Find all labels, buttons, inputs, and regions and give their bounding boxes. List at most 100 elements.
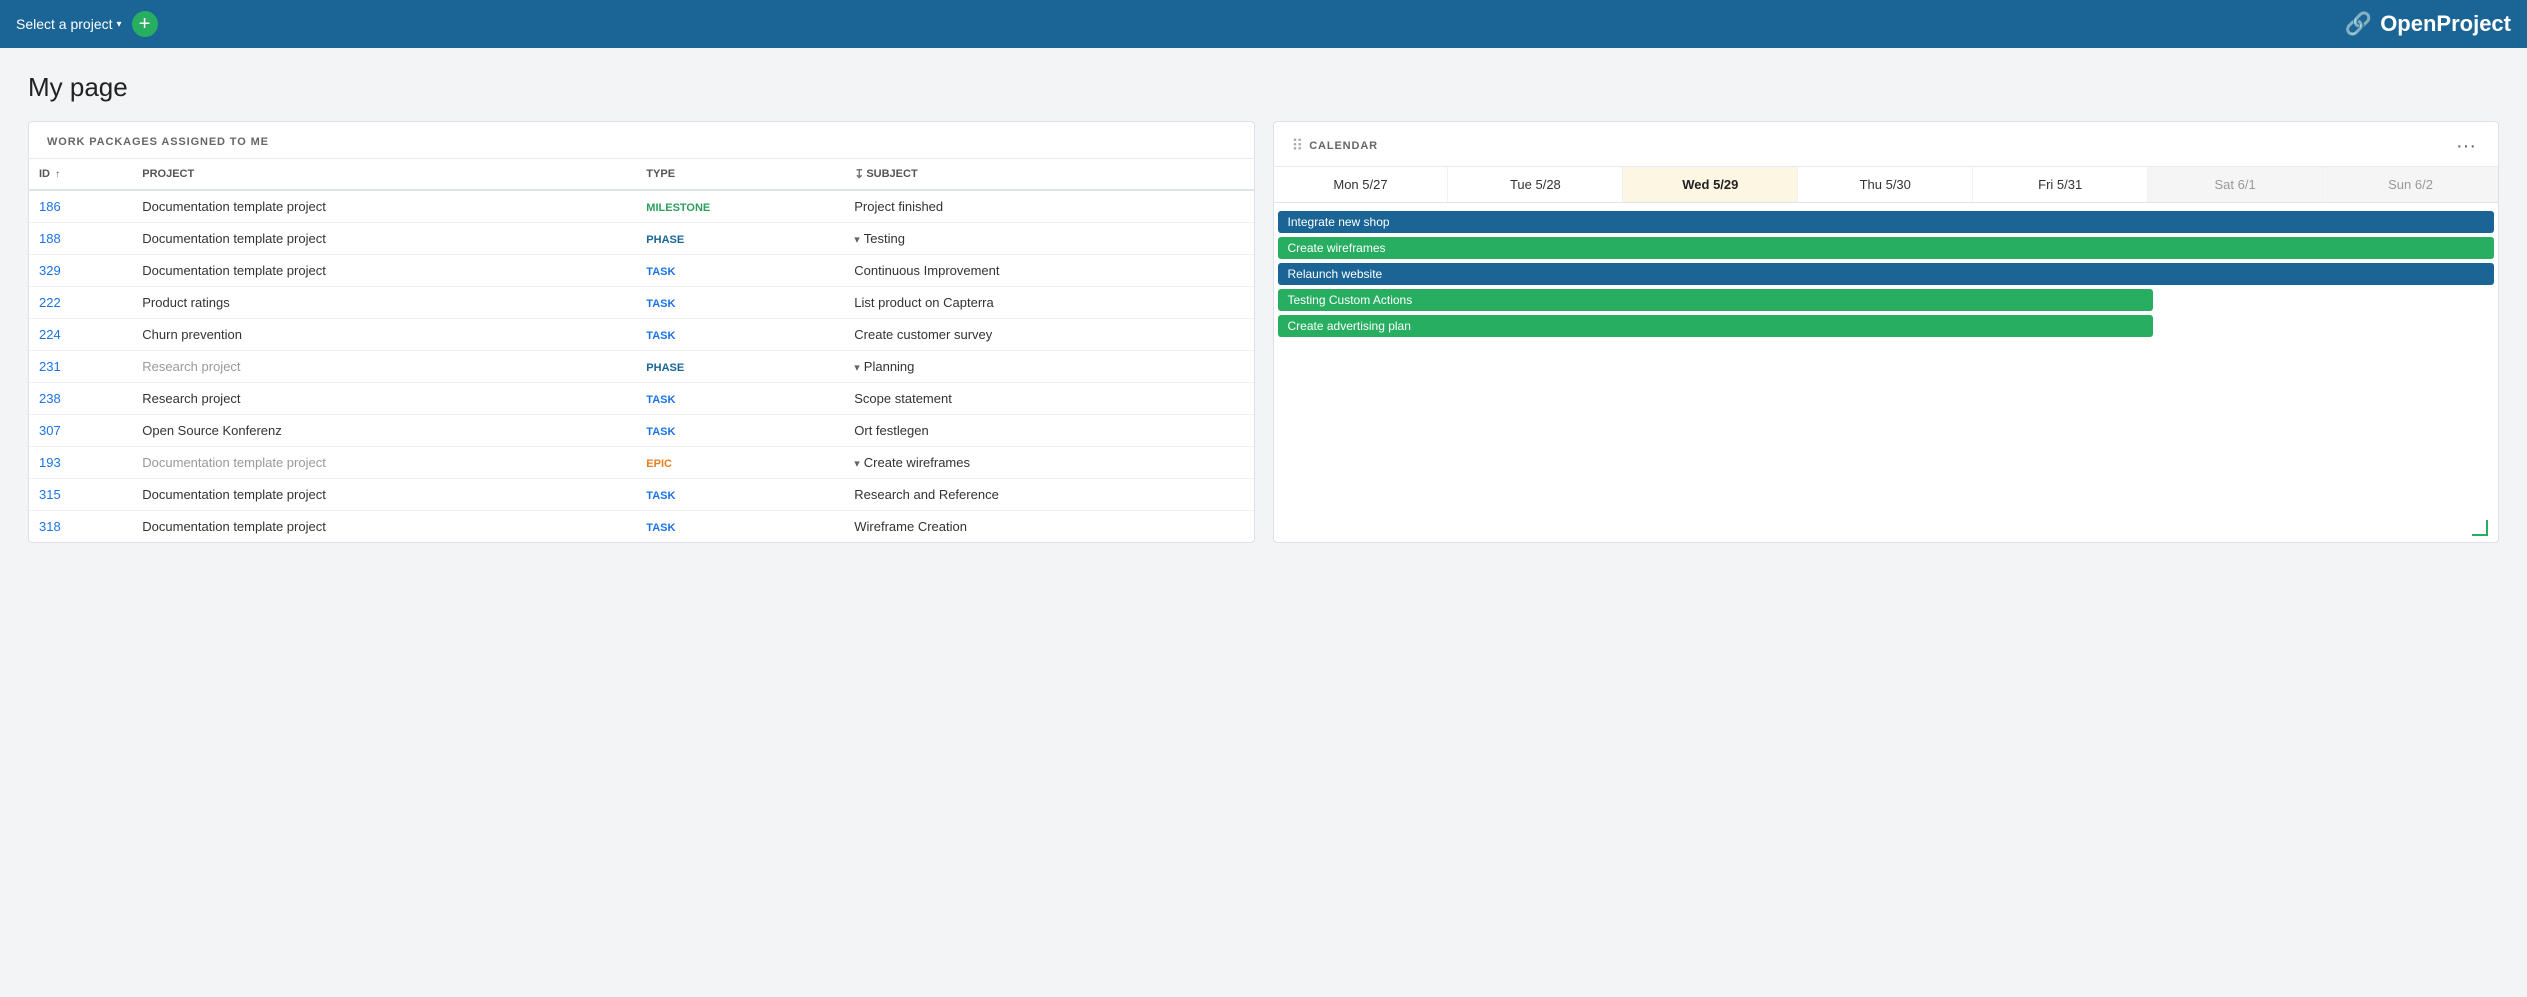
id-link[interactable]: 238 <box>39 391 61 406</box>
cell-project: Documentation template project <box>132 255 636 287</box>
cell-type: TASK <box>636 255 844 287</box>
cell-project: Product ratings <box>132 287 636 319</box>
calendar-title: CALENDAR <box>1309 140 1378 152</box>
cell-id: 224 <box>29 319 132 351</box>
table-row: 315 Documentation template project TASK … <box>29 479 1254 511</box>
cal-event-row: Integrate new shop <box>1278 211 2495 233</box>
type-badge: PHASE <box>646 234 684 246</box>
cal-day-header[interactable]: Sat 6/1 <box>2148 167 2323 202</box>
calendar-title-row: ⠿ CALENDAR <box>1292 136 1378 156</box>
cal-day-header[interactable]: Mon 5/27 <box>1274 167 1449 202</box>
cell-project: Open Source Konferenz <box>132 415 636 447</box>
cell-type: TASK <box>636 287 844 319</box>
cell-id: 315 <box>29 479 132 511</box>
filter-icon: ↧ <box>854 167 864 181</box>
type-badge: TASK <box>646 298 675 310</box>
resize-handle[interactable] <box>2472 520 2488 536</box>
cal-day-header[interactable]: Thu 5/30 <box>1798 167 1973 202</box>
type-badge: PHASE <box>646 362 684 374</box>
id-link[interactable]: 318 <box>39 519 61 534</box>
id-link[interactable]: 315 <box>39 487 61 502</box>
cal-day-header[interactable]: Fri 5/31 <box>1973 167 2148 202</box>
col-id[interactable]: ID ↑ <box>29 159 132 190</box>
cell-subject: List product on Capterra <box>844 287 1253 319</box>
cell-subject: Research and Reference <box>844 479 1253 511</box>
id-link[interactable]: 307 <box>39 423 61 438</box>
id-link[interactable]: 188 <box>39 231 61 246</box>
table-row: 238 Research project TASK Scope statemen… <box>29 383 1254 415</box>
main-grid: WORK PACKAGES ASSIGNED TO ME ID ↑ PROJEC… <box>28 121 2499 543</box>
cal-event[interactable]: Create advertising plan <box>1278 315 2154 337</box>
project-select-label: Select a project <box>16 16 113 32</box>
collapse-icon: ▾ <box>854 362 860 374</box>
table-row: 193 Documentation template project EPIC … <box>29 447 1254 479</box>
type-badge: TASK <box>646 522 675 534</box>
cal-day-header[interactable]: Wed 5/29 <box>1623 167 1798 202</box>
cal-event[interactable]: Integrate new shop <box>1278 211 2495 233</box>
type-badge: TASK <box>646 490 675 502</box>
cell-type: PHASE <box>636 223 844 255</box>
work-packages-widget: WORK PACKAGES ASSIGNED TO ME ID ↑ PROJEC… <box>28 121 1255 543</box>
add-project-button[interactable]: + <box>132 11 158 37</box>
collapse-icon: ▾ <box>854 458 860 470</box>
type-badge: TASK <box>646 394 675 406</box>
type-badge: MILESTONE <box>646 202 710 214</box>
cal-event-row: Testing Custom Actions <box>1278 289 2495 311</box>
calendar-widget: ⠿ CALENDAR ··· Mon 5/27Tue 5/28Wed 5/29T… <box>1273 121 2500 543</box>
cell-id: 222 <box>29 287 132 319</box>
cal-event[interactable]: Testing Custom Actions <box>1278 289 2154 311</box>
chevron-down-icon: ▾ <box>117 19 122 30</box>
table-row: 188 Documentation template project PHASE… <box>29 223 1254 255</box>
table-header-row: ID ↑ PROJECT TYPE ↧ SUBJECT <box>29 159 1254 190</box>
cell-subject: ▾Create wireframes <box>844 447 1253 479</box>
cal-day-header[interactable]: Tue 5/28 <box>1448 167 1623 202</box>
type-badge: TASK <box>646 330 675 342</box>
cell-id: 188 <box>29 223 132 255</box>
cell-type: TASK <box>636 383 844 415</box>
table-row: 224 Churn prevention TASK Create custome… <box>29 319 1254 351</box>
cal-day-header[interactable]: Sun 6/2 <box>2323 167 2498 202</box>
cell-subject: Scope statement <box>844 383 1253 415</box>
cell-id: 329 <box>29 255 132 287</box>
id-link[interactable]: 231 <box>39 359 61 374</box>
type-badge: EPIC <box>646 458 672 470</box>
table-row: 222 Product ratings TASK List product on… <box>29 287 1254 319</box>
table-row: 231 Research project PHASE ▾Planning <box>29 351 1254 383</box>
cal-event-row: Relaunch website <box>1278 263 2495 285</box>
col-project[interactable]: PROJECT <box>132 159 636 190</box>
cal-event[interactable]: Create wireframes <box>1278 237 2495 259</box>
calendar-more-button[interactable]: ··· <box>2452 136 2480 156</box>
id-link[interactable]: 224 <box>39 327 61 342</box>
calendar-header: ⠿ CALENDAR ··· <box>1274 122 2499 167</box>
cell-project: Documentation template project <box>132 190 636 223</box>
cal-event-row: Create wireframes <box>1278 237 2495 259</box>
table-row: 307 Open Source Konferenz TASK Ort festl… <box>29 415 1254 447</box>
col-type[interactable]: TYPE <box>636 159 844 190</box>
cell-id: 307 <box>29 415 132 447</box>
cell-subject: ▾Testing <box>844 223 1253 255</box>
cell-type: TASK <box>636 415 844 447</box>
col-subject[interactable]: ↧ SUBJECT <box>844 159 1253 190</box>
logo-icon: 🔗 <box>2345 11 2372 37</box>
id-link[interactable]: 193 <box>39 455 61 470</box>
project-select[interactable]: Select a project ▾ <box>16 16 122 32</box>
cell-id: 238 <box>29 383 132 415</box>
work-packages-header: WORK PACKAGES ASSIGNED TO ME <box>29 122 1254 159</box>
cell-project: Documentation template project <box>132 223 636 255</box>
cell-subject: Project finished <box>844 190 1253 223</box>
cell-project: Research project <box>132 383 636 415</box>
cal-event[interactable]: Relaunch website <box>1278 263 2495 285</box>
cell-type: TASK <box>636 511 844 543</box>
logo-text: OpenProject <box>2380 11 2511 37</box>
work-packages-title: WORK PACKAGES ASSIGNED TO ME <box>47 136 269 148</box>
type-badge: TASK <box>646 266 675 278</box>
cell-project: Documentation template project <box>132 511 636 543</box>
id-link[interactable]: 222 <box>39 295 61 310</box>
cal-event-row: Create advertising plan <box>1278 315 2495 337</box>
cell-id: 318 <box>29 511 132 543</box>
id-link[interactable]: 329 <box>39 263 61 278</box>
cell-type: TASK <box>636 479 844 511</box>
cell-project: Churn prevention <box>132 319 636 351</box>
id-link[interactable]: 186 <box>39 199 61 214</box>
table-row: 329 Documentation template project TASK … <box>29 255 1254 287</box>
